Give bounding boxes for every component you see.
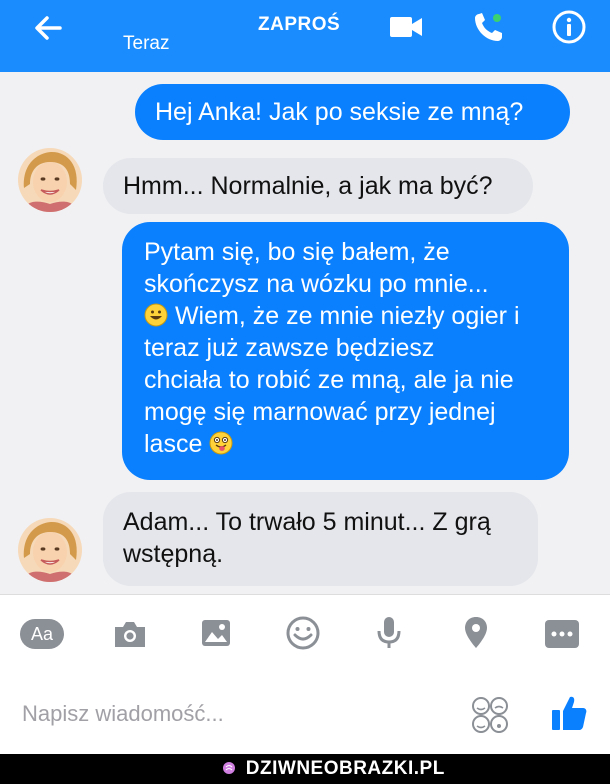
message-line: mogę się marnować przy jednej xyxy=(144,398,496,426)
grinning-emoji-icon xyxy=(144,303,168,327)
status-text: Teraz xyxy=(123,33,170,54)
watermark-bar: DZIWNEOBRAZKI.PL xyxy=(0,754,610,784)
message-line: lasce xyxy=(144,430,203,458)
watermark-text: DZIWNEOBRAZKI.PL xyxy=(245,758,445,779)
message-text: Hmm... Normalnie, a jak ma być? xyxy=(123,172,493,200)
microphone-icon[interactable] xyxy=(376,615,402,651)
invite-button[interactable]: ZAPROŚ xyxy=(258,14,340,36)
smiley-icon[interactable] xyxy=(285,615,321,651)
message-line: teraz już zawsze będziesz xyxy=(144,334,435,362)
message-bubble-outgoing[interactable]: Pytam się, bo się bałem, że skończysz na… xyxy=(122,222,569,480)
message-line: Wiem, że ze mnie niezły ogier i xyxy=(174,302,520,330)
avatar[interactable] xyxy=(18,148,82,212)
video-camera-icon[interactable] xyxy=(388,14,426,40)
phone-call-icon[interactable] xyxy=(472,10,506,44)
watermark: DZIWNEOBRAZKI.PL xyxy=(222,758,445,780)
message-line: Adam... To trwało 5 minut... Z grą xyxy=(123,508,491,536)
message-bubble-outgoing[interactable]: Hej Anka! Jak po seksie ze mną? xyxy=(135,84,570,140)
brain-icon xyxy=(223,762,235,774)
message-bubble-incoming[interactable]: Adam... To trwało 5 minut... Z grą wstęp… xyxy=(103,492,538,586)
composer: Aa xyxy=(0,594,610,755)
chat-thread[interactable]: Hej Anka! Jak po seksie ze mną? Hmm... N… xyxy=(0,72,610,594)
text-style-label: Aa xyxy=(30,624,54,644)
tongue-out-emoji-icon xyxy=(209,431,233,455)
message-text: Hej Anka! Jak po seksie ze mną? xyxy=(155,98,524,126)
text-style-icon[interactable]: Aa xyxy=(20,619,64,649)
message-line: chciała to robić ze mną, ale ja nie xyxy=(144,366,514,394)
thumbs-up-icon[interactable] xyxy=(550,693,588,733)
message-bubble-incoming[interactable]: Hmm... Normalnie, a jak ma być? xyxy=(103,158,533,214)
image-icon[interactable] xyxy=(200,617,232,649)
arrow-left-icon[interactable] xyxy=(30,10,66,46)
location-icon[interactable] xyxy=(463,615,489,651)
camera-icon[interactable] xyxy=(112,619,148,649)
info-icon[interactable] xyxy=(551,9,587,45)
message-line: skończysz na wózku po mnie... xyxy=(144,270,489,298)
more-icon[interactable] xyxy=(544,619,580,649)
message-line: wstępną. xyxy=(123,540,224,568)
stickers-icon[interactable] xyxy=(470,695,510,735)
message-line: Pytam się, bo się bałem, że xyxy=(144,238,450,266)
chat-header: Teraz ZAPROŚ xyxy=(0,0,610,72)
message-input[interactable] xyxy=(20,695,444,733)
avatar[interactable] xyxy=(18,518,82,582)
